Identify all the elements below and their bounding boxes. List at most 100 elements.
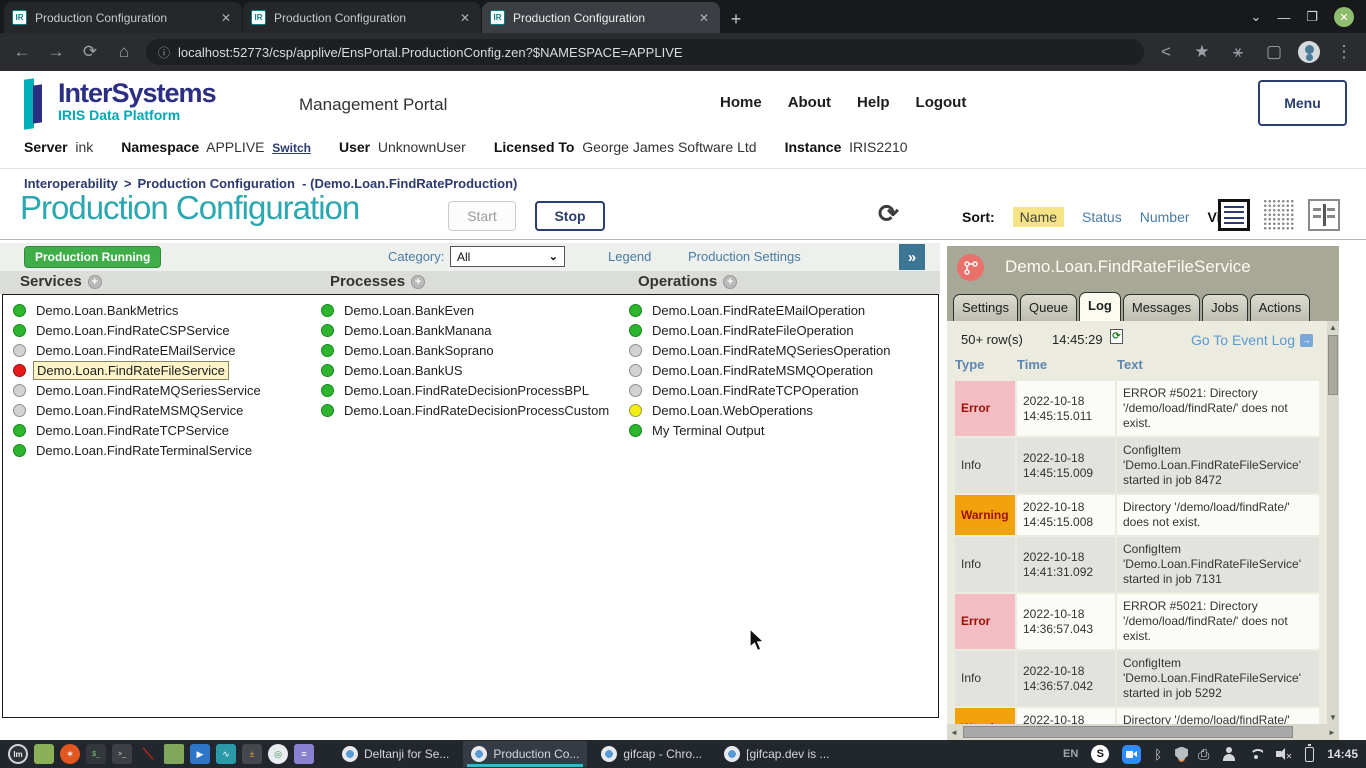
- scroll-right-icon[interactable]: ►: [1325, 728, 1339, 737]
- process-item[interactable]: Demo.Loan.BankUS: [321, 360, 612, 380]
- window-close-button[interactable]: ✕: [1334, 7, 1354, 27]
- window-minimize-button[interactable]: —: [1277, 10, 1290, 25]
- scroll-down-icon[interactable]: ▼: [1327, 713, 1339, 722]
- tab-close-icon[interactable]: ✕: [218, 11, 234, 25]
- media-player-icon[interactable]: ▶: [190, 744, 210, 764]
- process-item[interactable]: Demo.Loan.FindRateDecisionProcessBPL: [321, 380, 612, 400]
- side-panel-icon[interactable]: ▢: [1262, 42, 1286, 62]
- browser-tab[interactable]: IR Production Configuration ✕: [4, 2, 242, 33]
- operation-item[interactable]: Demo.Loan.FindRateMSMQOperation: [629, 360, 893, 380]
- back-icon[interactable]: ←: [10, 42, 34, 62]
- sort-by-status[interactable]: Status: [1082, 209, 1122, 225]
- site-info-icon[interactable]: ⓘ: [158, 44, 170, 61]
- nav-help-link[interactable]: Help: [857, 94, 890, 111]
- firewall-shield-icon[interactable]: [1175, 747, 1185, 762]
- user-accounts-icon[interactable]: [1222, 747, 1236, 761]
- nav-about-link[interactable]: About: [788, 94, 831, 111]
- log-horizontal-scrollbar[interactable]: ◄ ►: [947, 724, 1339, 740]
- service-item[interactable]: Demo.Loan.BankMetrics: [13, 300, 264, 320]
- start-button[interactable]: Start: [448, 201, 516, 231]
- service-item-selected[interactable]: Demo.Loan.FindRateFileService: [13, 360, 264, 380]
- new-tab-button[interactable]: +: [721, 5, 751, 33]
- process-item[interactable]: Demo.Loan.BankSoprano: [321, 340, 612, 360]
- volume-muted-icon[interactable]: ✕: [1276, 748, 1292, 760]
- vertical-scroll-thumb[interactable]: [1328, 335, 1338, 395]
- grid-view-button[interactable]: [1263, 199, 1295, 231]
- terminal2-icon[interactable]: >_: [112, 744, 132, 764]
- tab-queue[interactable]: Queue: [1020, 294, 1077, 321]
- process-item[interactable]: Demo.Loan.BankManana: [321, 320, 612, 340]
- legend-link[interactable]: Legend: [608, 249, 651, 264]
- sort-by-name[interactable]: Name: [1013, 207, 1064, 227]
- service-item[interactable]: Demo.Loan.FindRateMQSeriesService: [13, 380, 264, 400]
- operation-item[interactable]: Demo.Loan.FindRateTCPOperation: [629, 380, 893, 400]
- scroll-left-icon[interactable]: ◄: [947, 728, 961, 737]
- printer-icon[interactable]: ⎙: [1198, 746, 1209, 763]
- browser-tab-active[interactable]: IR Production Configuration ✕: [482, 2, 720, 33]
- taskbar-window-gifcap-dev[interactable]: [gifcap.dev is ...: [716, 741, 837, 767]
- graphics-app-icon[interactable]: ⟍: [138, 744, 158, 764]
- split-view-button[interactable]: [1308, 199, 1340, 231]
- tab-settings[interactable]: Settings: [953, 294, 1018, 321]
- go-to-event-log-link[interactable]: Go To Event Log→: [1191, 332, 1313, 348]
- forward-icon[interactable]: →: [44, 42, 68, 62]
- waveform-app-icon[interactable]: ∿: [216, 744, 236, 764]
- tab-messages[interactable]: Messages: [1123, 294, 1200, 321]
- switch-namespace-link[interactable]: Switch: [272, 141, 311, 155]
- tab-actions[interactable]: Actions: [1250, 294, 1311, 321]
- add-service-icon[interactable]: +: [88, 275, 102, 289]
- production-settings-link[interactable]: Production Settings: [688, 249, 801, 264]
- share-icon[interactable]: <: [1154, 42, 1178, 62]
- stop-button[interactable]: Stop: [535, 201, 605, 231]
- extensions-icon[interactable]: ⚹: [1226, 42, 1250, 62]
- refresh-icon[interactable]: ⟳: [878, 199, 899, 229]
- mint-menu-icon[interactable]: lm: [8, 744, 28, 764]
- service-item[interactable]: Demo.Loan.FindRateEMailService: [13, 340, 264, 360]
- taskbar-window-deltanji[interactable]: Deltanji for Se...: [334, 741, 457, 767]
- bookmark-star-icon[interactable]: ★: [1190, 42, 1214, 62]
- keyboard-layout-indicator[interactable]: EN: [1063, 748, 1078, 760]
- notes-app-icon[interactable]: ≡: [294, 744, 314, 764]
- tab-search-chevron-icon[interactable]: ⌄: [1250, 9, 1261, 25]
- horizontal-scroll-thumb[interactable]: [963, 726, 1293, 738]
- tab-log[interactable]: Log: [1079, 292, 1121, 321]
- tab-close-icon[interactable]: ✕: [457, 11, 473, 25]
- files-icon[interactable]: [164, 744, 184, 764]
- reload-icon[interactable]: ⟳: [78, 42, 102, 62]
- home-icon[interactable]: ⌂: [112, 42, 136, 62]
- service-item[interactable]: Demo.Loan.FindRateTerminalService: [13, 440, 264, 460]
- menu-button[interactable]: Menu: [1258, 80, 1347, 126]
- list-view-button[interactable]: [1218, 199, 1250, 231]
- navigator-app-icon[interactable]: ◎: [268, 744, 288, 764]
- add-operation-icon[interactable]: +: [723, 275, 737, 289]
- nav-home-link[interactable]: Home: [720, 94, 762, 111]
- terminal-icon[interactable]: $_: [86, 744, 106, 764]
- process-item[interactable]: Demo.Loan.FindRateDecisionProcessCustom: [321, 400, 612, 420]
- bluetooth-icon[interactable]: ᛒ: [1154, 747, 1162, 762]
- taskbar-window-production[interactable]: Production Co...: [463, 741, 587, 767]
- service-item[interactable]: Demo.Loan.FindRateCSPService: [13, 320, 264, 340]
- operation-item[interactable]: Demo.Loan.FindRateEMailOperation: [629, 300, 893, 320]
- calculator-icon[interactable]: ±: [242, 744, 262, 764]
- media-app-icon[interactable]: ✶: [60, 744, 80, 764]
- add-process-icon[interactable]: +: [411, 275, 425, 289]
- expand-panel-button[interactable]: »: [899, 244, 925, 270]
- clock[interactable]: 14:45: [1327, 747, 1358, 761]
- category-select[interactable]: All ⌄: [450, 246, 565, 267]
- process-item[interactable]: Demo.Loan.BankEven: [321, 300, 612, 320]
- browser-menu-icon[interactable]: ⋮: [1332, 42, 1356, 62]
- nav-logout-link[interactable]: Logout: [916, 94, 967, 111]
- taskbar-window-gifcap[interactable]: gifcap - Chro...: [593, 741, 710, 767]
- service-item[interactable]: Demo.Loan.FindRateTCPService: [13, 420, 264, 440]
- operation-item[interactable]: Demo.Loan.FindRateFileOperation: [629, 320, 893, 340]
- address-bar[interactable]: ⓘ localhost:52773/csp/applive/EnsPortal.…: [146, 39, 1144, 65]
- scroll-up-icon[interactable]: ▲: [1327, 323, 1339, 332]
- operation-item[interactable]: Demo.Loan.WebOperations: [629, 400, 893, 420]
- tab-jobs[interactable]: Jobs: [1202, 294, 1247, 321]
- window-list-icon[interactable]: [34, 744, 54, 764]
- skype-tray-icon[interactable]: S: [1091, 745, 1109, 763]
- network-wifi-icon[interactable]: [1249, 749, 1263, 760]
- operation-item[interactable]: Demo.Loan.FindRateMQSeriesOperation: [629, 340, 893, 360]
- browser-tab[interactable]: IR Production Configuration ✕: [243, 2, 481, 33]
- operation-item[interactable]: My Terminal Output: [629, 420, 893, 440]
